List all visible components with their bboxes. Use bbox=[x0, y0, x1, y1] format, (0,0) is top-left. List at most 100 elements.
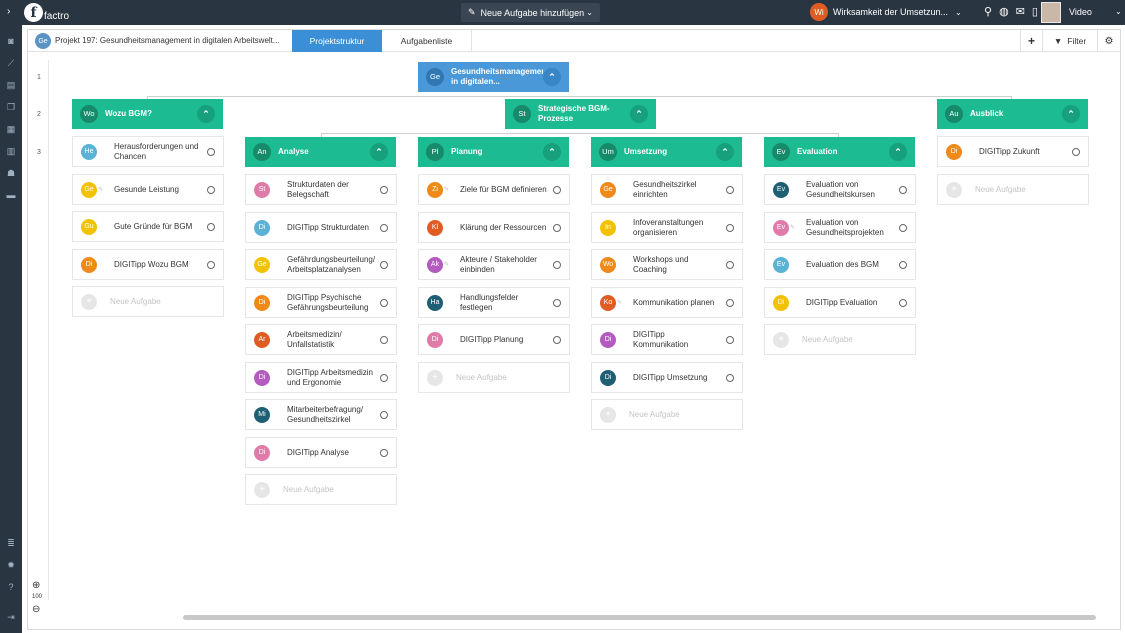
chevron-up-icon[interactable]: ⌃ bbox=[370, 143, 388, 161]
task-card[interactable]: Di DIGITipp Strukturdaten bbox=[245, 212, 397, 243]
new-task-button[interactable]: ✎ Neue Aufgabe hinzufügen ⌄ bbox=[461, 3, 600, 22]
task-card[interactable]: Gu Gute Gründe für BGM bbox=[72, 211, 224, 242]
task-complete-radio[interactable] bbox=[380, 335, 388, 344]
add-task-button[interactable]: + Neue Aufgabe bbox=[764, 324, 916, 355]
task-complete-radio[interactable] bbox=[207, 222, 215, 231]
projects-icon[interactable]: ❐ bbox=[6, 103, 16, 112]
chat-icon[interactable]: ✉ bbox=[1016, 5, 1025, 18]
task-complete-radio[interactable] bbox=[380, 223, 388, 232]
task-card[interactable]: Di DIGITipp Kommunikation bbox=[591, 324, 743, 355]
task-complete-radio[interactable] bbox=[899, 298, 907, 307]
task-card[interactable]: Kl Klärung der Ressourcen bbox=[418, 212, 570, 243]
dashboard-icon[interactable]: ◙ bbox=[6, 37, 16, 46]
task-card[interactable]: Di DIGITipp Analyse bbox=[245, 437, 397, 468]
task-card[interactable]: Ha Handlungsfelder festlegen bbox=[418, 287, 570, 318]
task-card[interactable]: Zi ✎ Ziele für BGM definieren bbox=[418, 174, 570, 205]
expand-sidebar-icon[interactable]: › bbox=[7, 6, 10, 17]
help-icon[interactable]: ? bbox=[6, 583, 16, 592]
chevron-up-icon[interactable]: ⌃ bbox=[1062, 105, 1080, 123]
settings-icon[interactable]: ✹ bbox=[6, 561, 16, 570]
task-card[interactable]: Ev ✎ Evaluation von Gesundheitsprojekten bbox=[764, 212, 916, 243]
task-complete-radio[interactable] bbox=[380, 298, 388, 307]
task-card[interactable]: Wo Workshops und Coaching bbox=[591, 249, 743, 280]
tab-projektstruktur[interactable]: Projektstruktur bbox=[292, 30, 382, 52]
card-evaluation[interactable]: Ev Evaluation ⌃ bbox=[764, 137, 915, 167]
board-icon[interactable]: ▥ bbox=[6, 147, 16, 156]
task-complete-radio[interactable] bbox=[380, 185, 388, 194]
document-icon[interactable]: ▤ bbox=[6, 81, 16, 90]
task-complete-radio[interactable] bbox=[553, 185, 561, 194]
card-ausblick[interactable]: Au Ausblick ⌃ bbox=[937, 99, 1088, 129]
task-complete-radio[interactable] bbox=[553, 335, 561, 344]
task-complete-radio[interactable] bbox=[726, 223, 734, 232]
task-complete-radio[interactable] bbox=[899, 223, 907, 232]
logout-icon[interactable]: ⇥ bbox=[6, 613, 16, 622]
video-label[interactable]: Video bbox=[1069, 7, 1092, 17]
chevron-up-icon[interactable]: ⌃ bbox=[197, 105, 215, 123]
task-card[interactable]: Di DIGITipp Evaluation bbox=[764, 287, 916, 318]
task-card[interactable]: Ge Gefährdungsbeurteilung/ Arbeitsplatzan… bbox=[245, 249, 397, 280]
task-complete-radio[interactable] bbox=[380, 373, 388, 382]
chevron-up-icon[interactable]: ⌃ bbox=[716, 143, 734, 161]
task-complete-radio[interactable] bbox=[380, 448, 388, 457]
task-complete-radio[interactable] bbox=[726, 298, 734, 307]
task-complete-radio[interactable] bbox=[207, 260, 215, 269]
task-complete-radio[interactable] bbox=[380, 410, 388, 419]
task-complete-radio[interactable] bbox=[726, 373, 734, 382]
card-wozu-bgm[interactable]: Wo Wozu BGM? ⌃ bbox=[72, 99, 223, 129]
task-complete-radio[interactable] bbox=[899, 260, 907, 269]
task-card[interactable]: Ar Arbeitsmedizin/ Unfallstatistik bbox=[245, 324, 397, 355]
task-complete-radio[interactable] bbox=[553, 298, 561, 307]
database-icon[interactable]: ≣ bbox=[6, 539, 16, 548]
calendar-icon[interactable]: ▦ bbox=[6, 125, 16, 134]
zoom-out-icon[interactable]: ⊖ bbox=[32, 604, 40, 615]
chevron-down-icon[interactable]: ⌄ bbox=[586, 8, 593, 17]
task-complete-radio[interactable] bbox=[553, 223, 561, 232]
task-card[interactable]: Ev Evaluation des BGM bbox=[764, 249, 916, 280]
task-card[interactable]: Di DIGITipp Umsetzung bbox=[591, 362, 743, 393]
card-strategische-prozesse[interactable]: St Strategische BGM-Prozesse ⌃ bbox=[505, 99, 656, 129]
task-card[interactable]: Di DIGITipp Psychische Gefährungsbeurteil… bbox=[245, 287, 397, 318]
add-task-button[interactable]: + Neue Aufgabe bbox=[245, 474, 397, 505]
task-complete-radio[interactable] bbox=[380, 260, 388, 269]
card-umsetzung[interactable]: Um Umsetzung ⌃ bbox=[591, 137, 742, 167]
chevron-up-icon[interactable]: ⌃ bbox=[543, 68, 561, 86]
filter-button[interactable]: ▼ Filter bbox=[1042, 30, 1097, 52]
card-planung[interactable]: Pl Planung ⌃ bbox=[418, 137, 569, 167]
task-complete-radio[interactable] bbox=[726, 185, 734, 194]
task-card[interactable]: Ge ✎ Gesunde Leistung bbox=[72, 174, 224, 205]
add-task-button[interactable]: + Neue Aufgabe bbox=[591, 399, 743, 430]
task-complete-radio[interactable] bbox=[899, 185, 907, 194]
factro-logo[interactable]: f factro bbox=[24, 3, 69, 22]
task-card[interactable]: Ko ✎ Kommunikation planen bbox=[591, 287, 743, 318]
task-card[interactable]: In Infoveranstaltungen organisieren bbox=[591, 212, 743, 243]
task-card[interactable]: Di DIGITipp Zukunft bbox=[937, 136, 1089, 167]
user-avatar[interactable] bbox=[1041, 2, 1061, 23]
task-card[interactable]: Ak ✎ Akteure / Stakeholder einbinden bbox=[418, 249, 570, 280]
task-complete-radio[interactable] bbox=[1072, 147, 1080, 156]
task-complete-radio[interactable] bbox=[553, 260, 561, 269]
add-task-button[interactable]: + Neue Aufgabe bbox=[937, 174, 1089, 205]
chart-icon[interactable]: ⟋ bbox=[6, 59, 16, 68]
task-card[interactable]: Ge Gesundheitszirkel einrichten bbox=[591, 174, 743, 205]
add-task-button[interactable]: + Neue Aufgabe bbox=[72, 286, 224, 317]
task-card[interactable]: St Strukturdaten der Belegschaft bbox=[245, 174, 397, 205]
add-task-button[interactable]: + Neue Aufgabe bbox=[418, 362, 570, 393]
task-complete-radio[interactable] bbox=[726, 335, 734, 344]
add-icon[interactable]: + bbox=[1020, 30, 1042, 52]
search-icon[interactable]: ⚲ bbox=[984, 5, 992, 18]
card-analyse[interactable]: An Analyse ⌃ bbox=[245, 137, 396, 167]
notifications-icon[interactable]: ▯ bbox=[1032, 5, 1038, 18]
task-card[interactable]: Di DIGITipp Arbeitsmedizin und Ergonomie bbox=[245, 362, 397, 393]
task-card[interactable]: Di DIGITipp Planung bbox=[418, 324, 570, 355]
task-complete-radio[interactable] bbox=[207, 147, 215, 156]
task-complete-radio[interactable] bbox=[726, 260, 734, 269]
team-icon[interactable]: ☗ bbox=[6, 169, 16, 178]
horizontal-scrollbar[interactable] bbox=[183, 615, 1096, 620]
gear-icon[interactable]: ⚙ bbox=[1097, 30, 1120, 52]
task-card[interactable]: Ev Evaluation von Gesundheitskursen bbox=[764, 174, 916, 205]
zoom-in-icon[interactable]: ⊕ bbox=[32, 580, 40, 591]
chevron-up-icon[interactable]: ⌃ bbox=[543, 143, 561, 161]
task-card[interactable]: Mi Mitarbeiterbefragung/ Gesundheitszirke… bbox=[245, 399, 397, 430]
task-card[interactable]: He Herausforderungen und Chancen bbox=[72, 136, 224, 167]
